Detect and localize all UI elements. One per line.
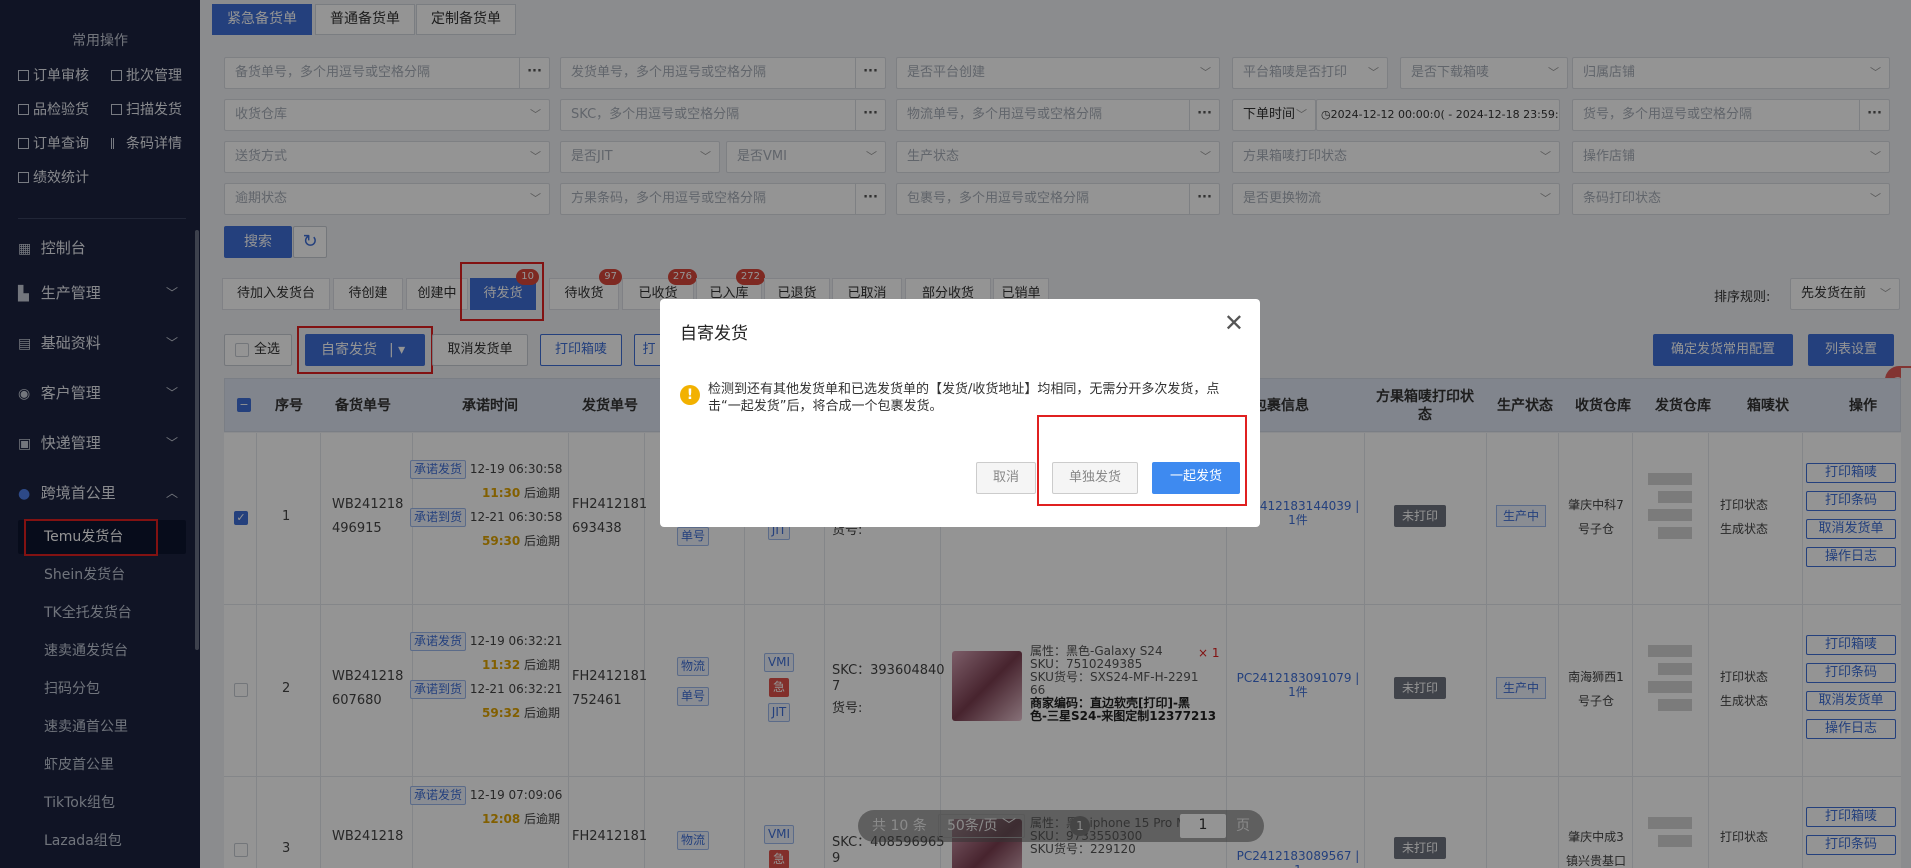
close-icon[interactable]: ✕ — [1224, 311, 1244, 335]
ship-separately-button[interactable]: 单独发货 — [1052, 462, 1138, 494]
cancel-button[interactable]: 取消 — [976, 462, 1036, 494]
warning-icon: ! — [680, 385, 700, 405]
ship-together-button[interactable]: 一起发货 — [1152, 462, 1240, 494]
self-ship-dialog: 自寄发货 ✕ ! 检测到还有其他发货单和已选发货单的【发货/收货地址】均相同，无… — [660, 299, 1260, 527]
dialog-title: 自寄发货 — [680, 324, 748, 344]
dialog-message: 检测到还有其他发货单和已选发货单的【发货/收货地址】均相同，无需分开多次发货，点… — [708, 382, 1220, 414]
